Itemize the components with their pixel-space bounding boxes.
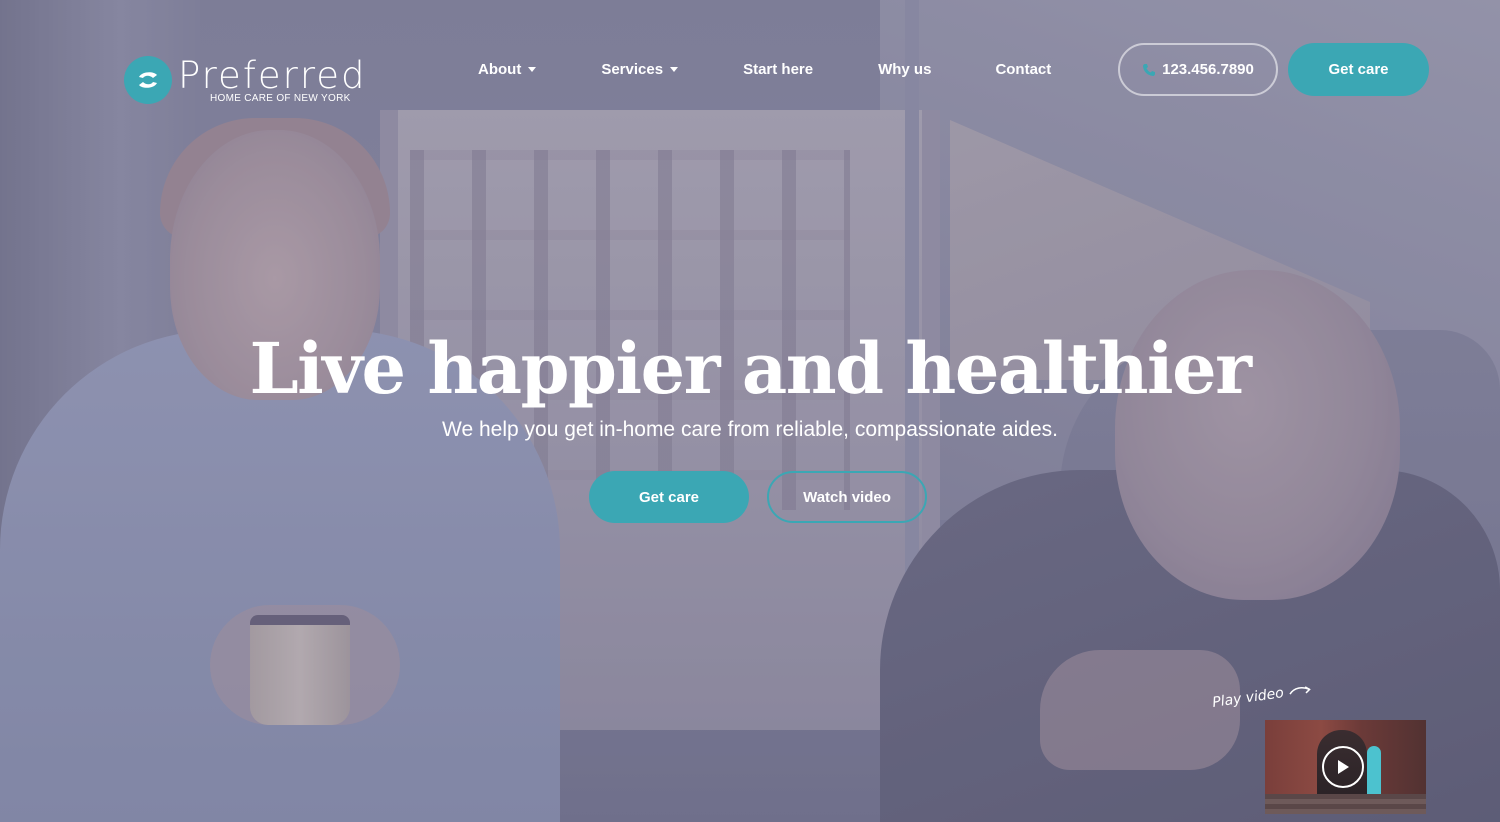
logo-mark-icon — [124, 56, 172, 104]
phone-number: 123.456.7890 — [1162, 61, 1254, 78]
hero-cta-group: Get care Watch video — [589, 471, 927, 523]
chevron-down-icon — [670, 67, 679, 72]
nav-item-label: Start here — [743, 61, 814, 78]
nav-item-about[interactable]: About — [478, 61, 537, 78]
nav-item-contact[interactable]: Contact — [995, 61, 1051, 78]
nav-item-services[interactable]: Services — [601, 61, 679, 78]
brand-logo[interactable]: Preferred HOME CARE OF NEW YORK — [124, 56, 366, 104]
thumbnail-steps — [1265, 794, 1426, 814]
phone-icon — [1142, 63, 1156, 77]
brand-tagline: HOME CARE OF NEW YORK — [210, 93, 351, 104]
hero-title: Live happier and healthier — [249, 327, 1252, 410]
hero-get-care-button[interactable]: Get care — [589, 471, 749, 523]
header-get-care-button[interactable]: Get care — [1288, 43, 1429, 96]
nav-item-why-us[interactable]: Why us — [878, 61, 931, 78]
main-nav: About Services Start here Why us Contact — [478, 61, 1051, 78]
curved-arrow-icon — [1288, 683, 1313, 698]
nav-item-label: Why us — [878, 61, 932, 78]
nav-item-label: About — [478, 61, 522, 78]
video-thumbnail[interactable] — [1265, 720, 1426, 814]
brand-name: Preferred — [178, 54, 367, 97]
chevron-down-icon — [528, 67, 537, 72]
nav-item-label: Services — [601, 61, 664, 78]
nav-item-label: Contact — [995, 61, 1052, 78]
play-icon[interactable] — [1322, 746, 1364, 788]
site-header: Preferred HOME CARE OF NEW YORK About Se… — [0, 0, 1500, 140]
hero-subtitle: We help you get in-home care from reliab… — [442, 418, 1058, 441]
phone-button[interactable]: 123.456.7890 — [1118, 43, 1278, 96]
nav-item-start-here[interactable]: Start here — [743, 61, 813, 78]
watch-video-button[interactable]: Watch video — [767, 471, 927, 523]
